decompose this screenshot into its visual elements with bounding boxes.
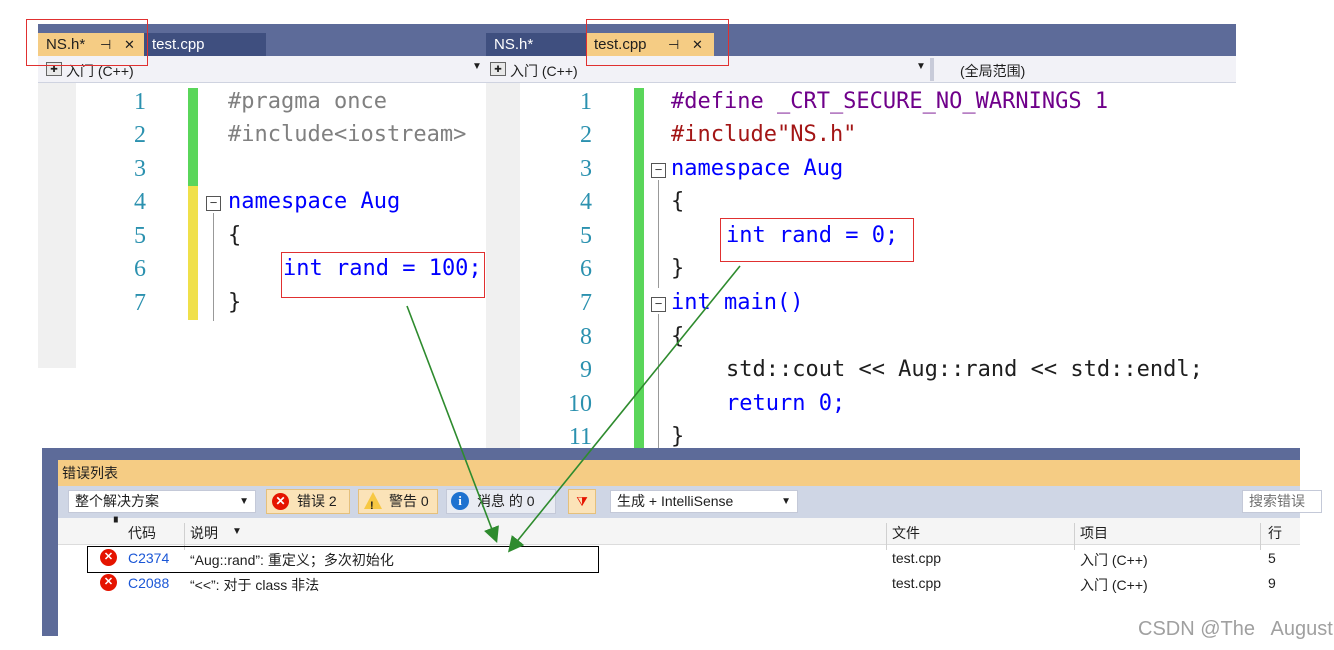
arrow-right [507,265,741,553]
watermark: CSDN @The August [1138,618,1333,640]
annotation-arrows [406,265,741,553]
arrow-left [406,305,499,543]
